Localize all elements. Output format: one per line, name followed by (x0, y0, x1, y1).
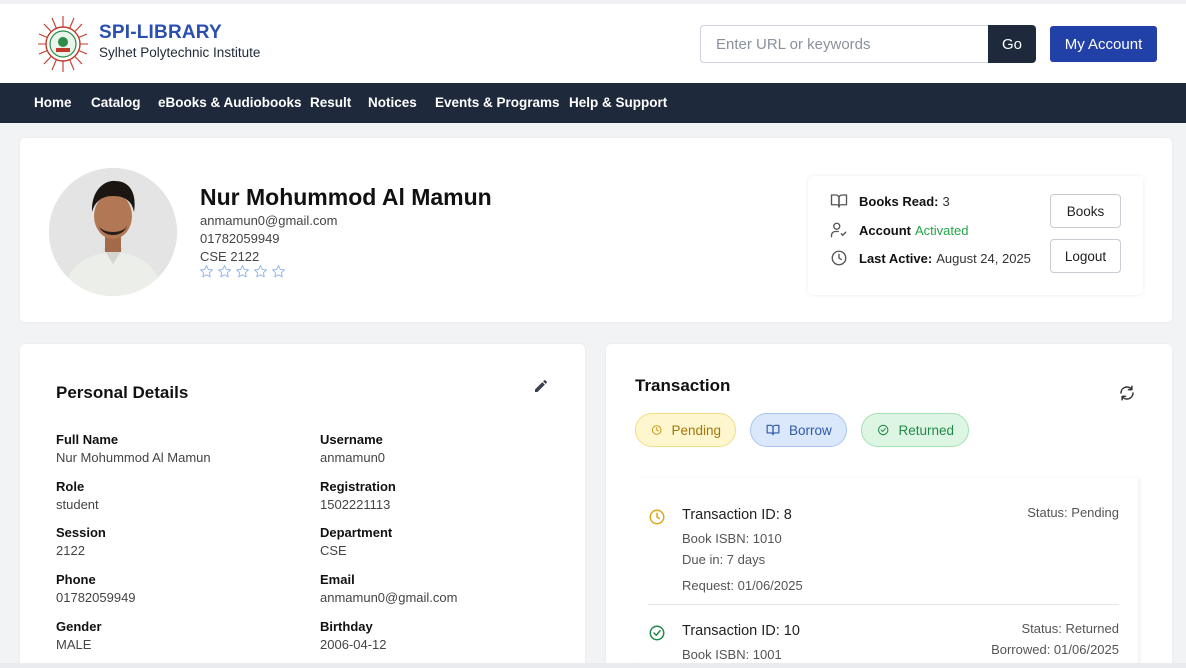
star-icon[interactable] (235, 264, 250, 279)
field-value-username: anmamun0 (320, 450, 386, 465)
field-label-phone: Phone (56, 572, 96, 587)
nav-events-programs[interactable]: Events & Programs (435, 95, 560, 110)
go-button[interactable]: Go (988, 25, 1036, 63)
field-value-role: student (56, 497, 99, 512)
field-label-role: Role (56, 479, 85, 494)
search-input[interactable] (700, 25, 989, 63)
star-icon[interactable] (199, 264, 214, 279)
field-label-registration: Registration (320, 479, 396, 494)
field-label-email: Email (320, 572, 355, 587)
transaction-title: Transaction (635, 376, 731, 395)
brand-subtitle: Sylhet Polytechnic Institute (99, 45, 261, 60)
nav-ebooks-audiobooks[interactable]: eBooks & Audiobooks (158, 95, 302, 110)
field-label-birthday: Birthday (320, 619, 373, 634)
profile-name: Nur Mohummod Al Mamun (200, 184, 492, 210)
transaction-card: Transaction Pending Borrow Returned Tran… (606, 344, 1172, 668)
refresh-icon[interactable] (1118, 384, 1136, 402)
filter-returned-label: Returned (898, 422, 954, 438)
transaction-id: Transaction ID: 8 (682, 507, 792, 523)
field-value-registration: 1502221113 (320, 497, 391, 512)
nav-home[interactable]: Home (34, 95, 72, 110)
book-open-icon (766, 424, 780, 436)
transaction-request-date: Request: 01/06/2025 (682, 578, 803, 593)
account-status-stat: Account Activated (830, 221, 968, 239)
last-active-stat: Last Active: August 24, 2025 (830, 249, 1031, 267)
star-icon[interactable] (253, 264, 268, 279)
books-read-stat: Books Read: 3 (830, 192, 950, 210)
profile-dept-session: CSE 2122 (200, 249, 260, 264)
transaction-borrowed-date: Borrowed: 01/06/2025 (991, 642, 1119, 657)
filter-pending-button[interactable]: Pending (635, 413, 736, 447)
logout-button[interactable]: Logout (1050, 239, 1121, 273)
books-button[interactable]: Books (1050, 194, 1121, 228)
field-value-gender: MALE (56, 637, 92, 652)
brand-title[interactable]: SPI-LIBRARY (99, 22, 222, 44)
profile-email: anmamun0@gmail.com (200, 213, 338, 228)
transaction-isbn: Book ISBN: 1010 (682, 531, 782, 546)
filter-pending-label: Pending (671, 422, 721, 438)
check-circle-icon (878, 424, 889, 436)
field-label-gender: Gender (56, 619, 102, 634)
field-label-full-name: Full Name (56, 432, 119, 447)
avatar (49, 168, 177, 296)
filter-borrow-label: Borrow (789, 422, 832, 438)
my-account-button[interactable]: My Account (1050, 26, 1157, 62)
transaction-due: Due in: 7 days (682, 552, 766, 567)
field-value-full-name: Nur Mohummod Al Mamun (56, 450, 211, 465)
edit-pencil-icon[interactable] (533, 378, 549, 394)
transaction-id: Transaction ID: 10 (682, 623, 800, 639)
nav-result[interactable]: Result (310, 95, 351, 110)
transaction-status: Status: Returned (1021, 621, 1119, 636)
profile-phone: 01782059949 (200, 231, 280, 246)
avatar-photo (49, 168, 177, 296)
profile-card: Nur Mohummod Al Mamun anmamun0@gmail.com… (20, 138, 1172, 322)
institute-logo[interactable] (38, 16, 88, 72)
field-value-session: 2122 (56, 543, 85, 558)
transaction-status: Status: Pending (1027, 505, 1119, 520)
field-value-birthday: 2006-04-12 (320, 637, 387, 652)
field-label-session: Session (56, 525, 106, 540)
clock-icon (651, 425, 662, 435)
personal-details-title: Personal Details (56, 383, 189, 402)
filter-borrow-button[interactable]: Borrow (750, 413, 847, 447)
divider (648, 604, 1119, 605)
nav-notices[interactable]: Notices (368, 95, 417, 110)
field-value-phone: 01782059949 (56, 590, 136, 605)
field-label-username: Username (320, 432, 383, 447)
field-label-department: Department (320, 525, 393, 540)
bottom-strip (0, 663, 1186, 668)
clock-icon (831, 250, 847, 266)
nav-help-support[interactable]: Help & Support (569, 95, 667, 110)
main-nav: Home Catalog eBooks & Audiobooks Result … (0, 83, 1186, 123)
field-value-department: CSE (320, 543, 347, 558)
transaction-isbn: Book ISBN: 1001 (682, 647, 782, 662)
nav-catalog[interactable]: Catalog (91, 95, 141, 110)
book-open-icon (830, 194, 848, 208)
site-header: SPI-LIBRARY Sylhet Polytechnic Institute… (0, 4, 1186, 83)
user-check-icon (830, 222, 847, 238)
personal-details-card: Personal Details Full Name Nur Mohummod … (20, 344, 585, 668)
filter-returned-button[interactable]: Returned (861, 413, 969, 447)
rating-stars (199, 264, 286, 279)
field-value-email: anmamun0@gmail.com (320, 590, 458, 605)
star-icon[interactable] (217, 264, 232, 279)
clock-icon (649, 509, 665, 525)
star-icon[interactable] (271, 264, 286, 279)
check-circle-icon (649, 625, 665, 641)
transaction-list: Transaction ID: 8 Book ISBN: 1010 Due in… (635, 478, 1138, 668)
